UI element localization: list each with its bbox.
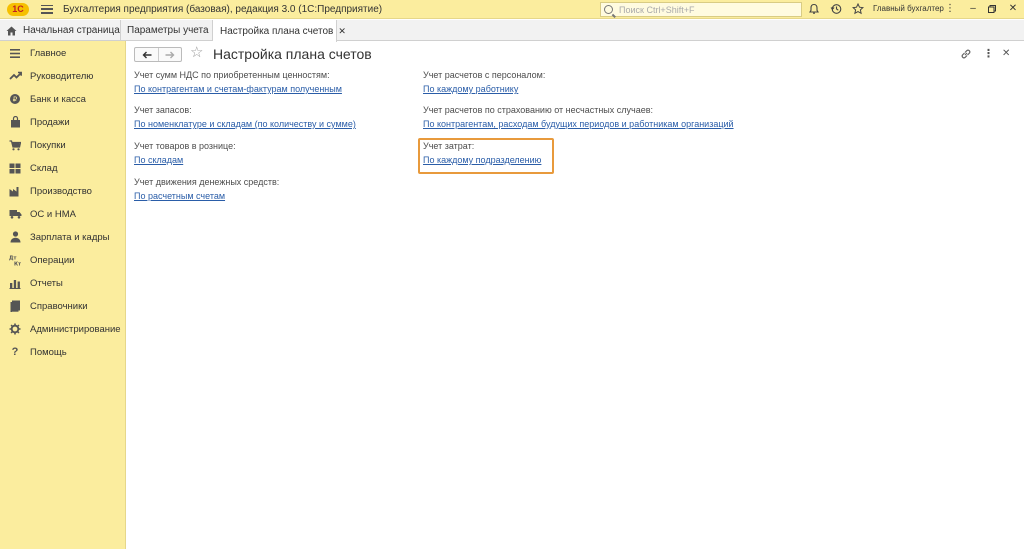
sidebar-item-label: Руководителю bbox=[30, 70, 94, 82]
app-logo: 1С bbox=[7, 2, 29, 16]
app-title: Бухгалтерия предприятия (базовая), редак… bbox=[63, 3, 383, 15]
sidebar-item-warehouse[interactable]: Склад bbox=[0, 158, 126, 178]
sidebar-item-salary-hr[interactable]: Зарплата и кадры bbox=[0, 227, 126, 247]
tab-label: Параметры учета bbox=[127, 25, 209, 36]
factory-icon bbox=[8, 184, 22, 198]
sidebar-item-label: Главное bbox=[30, 47, 67, 59]
field-caption: Учет расчетов с персоналом: bbox=[423, 70, 546, 80]
sidebar-item-manager[interactable]: Руководителю bbox=[0, 66, 126, 86]
bar-chart-icon bbox=[8, 276, 22, 290]
search-box[interactable] bbox=[600, 2, 802, 17]
vat-accounting-link[interactable]: По контрагентам и счетам-фактурам получе… bbox=[134, 84, 342, 94]
dt-kt-icon: Дт Кт bbox=[8, 253, 22, 267]
sidebar-item-label: Склад bbox=[30, 162, 58, 174]
sidebar-item-label: Операции bbox=[30, 254, 75, 266]
question-icon: ? bbox=[11, 346, 19, 358]
cash-flow-field: Учет движения денежных средств: По расче… bbox=[134, 177, 279, 201]
sidebar-item-label: Банк и касса bbox=[30, 93, 86, 105]
personnel-settlements-field: Учет расчетов с персоналом: По каждому р… bbox=[423, 70, 545, 94]
trend-icon bbox=[8, 69, 22, 83]
more-icon[interactable]: ⋮ bbox=[943, 2, 957, 16]
field-caption: Учет расчетов по страхованию от несчастн… bbox=[423, 105, 653, 115]
coin-icon: ₽ bbox=[8, 92, 22, 106]
svg-text:Кт: Кт bbox=[14, 262, 21, 267]
accident-insurance-link[interactable]: По контрагентам, расходам будущих период… bbox=[423, 119, 734, 129]
field-caption: Учет запасов: bbox=[134, 105, 192, 115]
form-header: ☆ Настройка плана счетов ⋮ ✕ bbox=[127, 42, 1024, 68]
title-bar: 1С Бухгалтерия предприятия (базовая), ре… bbox=[0, 0, 1024, 19]
maximize-icon[interactable] bbox=[985, 2, 999, 16]
sidebar-item-label: Отчеты bbox=[30, 277, 63, 289]
sidebar-item-label: Администрирование bbox=[30, 323, 121, 335]
sidebar-item-help[interactable]: ? Помощь bbox=[0, 342, 126, 362]
sidebar-item-label: Производство bbox=[30, 185, 92, 197]
personnel-settlements-link[interactable]: По каждому работнику bbox=[423, 84, 545, 94]
current-user[interactable]: Главный бухгалтер bbox=[873, 4, 944, 13]
back-arrow-icon[interactable] bbox=[135, 48, 158, 61]
tab-label: Начальная страница bbox=[23, 25, 120, 36]
highlight-frame bbox=[418, 138, 554, 174]
sidebar-item-operations[interactable]: Дт Кт Операции bbox=[0, 250, 126, 270]
search-icon bbox=[604, 5, 613, 14]
main-menu-icon[interactable] bbox=[41, 4, 53, 14]
inventory-accounting-field: Учет запасов: По номенклатуре и складам … bbox=[134, 105, 356, 129]
sidebar-item-sales[interactable]: Продажи bbox=[0, 112, 126, 132]
gear-icon bbox=[8, 322, 22, 336]
vat-accounting-field: Учет сумм НДС по приобретенным ценностям… bbox=[134, 70, 342, 94]
home-icon bbox=[6, 26, 17, 35]
favorites-star-icon[interactable] bbox=[851, 2, 865, 16]
close-window-icon[interactable]: ✕ bbox=[1006, 2, 1020, 16]
link-icon[interactable] bbox=[960, 48, 972, 63]
search-input[interactable] bbox=[619, 4, 789, 15]
book-icon bbox=[8, 299, 22, 313]
history-nav bbox=[134, 47, 182, 62]
sidebar-item-fixed-assets[interactable]: ОС и НМА bbox=[0, 204, 126, 224]
accident-insurance-field: Учет расчетов по страхованию от несчастн… bbox=[423, 105, 734, 129]
bag-icon bbox=[8, 115, 22, 129]
page-title: Настройка плана счетов bbox=[213, 46, 372, 62]
inventory-accounting-link[interactable]: По номенклатуре и складам (по количеству… bbox=[134, 119, 356, 129]
tab-label: Настройка плана счетов bbox=[220, 25, 334, 37]
retail-goods-field: Учет товаров в рознице: По складам bbox=[134, 141, 236, 165]
more-actions-icon[interactable]: ⋮ bbox=[983, 48, 994, 60]
field-caption: Учет товаров в рознице: bbox=[134, 141, 236, 151]
sidebar-item-production[interactable]: Производство bbox=[0, 181, 126, 201]
close-tab-icon[interactable]: ✕ bbox=[338, 26, 346, 37]
close-form-icon[interactable]: ✕ bbox=[1002, 48, 1010, 60]
tab-home[interactable]: Начальная страница bbox=[0, 20, 121, 41]
sidebar-item-label: Помощь bbox=[30, 346, 67, 358]
sidebar-item-label: Справочники bbox=[30, 300, 88, 312]
sidebar-item-reports[interactable]: Отчеты bbox=[0, 273, 126, 293]
sidebar-item-main[interactable]: Главное bbox=[0, 43, 126, 63]
sidebar: Главное Руководителю ₽ Банк и касса Прод… bbox=[0, 41, 126, 549]
field-caption: Учет сумм НДС по приобретенным ценностям… bbox=[134, 70, 330, 80]
history-icon[interactable] bbox=[829, 3, 843, 16]
sidebar-item-bank[interactable]: ₽ Банк и касса bbox=[0, 89, 126, 109]
main-content: ☆ Настройка плана счетов ⋮ ✕ Учет сумм Н… bbox=[127, 42, 1024, 549]
cash-flow-link[interactable]: По расчетным счетам bbox=[134, 191, 279, 201]
list-icon bbox=[8, 46, 22, 60]
sidebar-item-administration[interactable]: Администрирование bbox=[0, 319, 126, 339]
person-icon bbox=[8, 230, 22, 244]
cart-icon bbox=[8, 138, 22, 152]
field-caption: Учет движения денежных средств: bbox=[134, 177, 280, 187]
sidebar-item-label: ОС и НМА bbox=[30, 208, 76, 220]
bell-icon[interactable] bbox=[807, 3, 821, 16]
svg-text:₽: ₽ bbox=[13, 96, 18, 104]
warehouse-icon bbox=[8, 161, 22, 175]
retail-goods-link[interactable]: По складам bbox=[134, 155, 236, 165]
tabs-bar: Начальная страница Параметры учета ✕ Нас… bbox=[0, 20, 1024, 42]
sidebar-item-purchases[interactable]: Покупки bbox=[0, 135, 126, 155]
sidebar-item-label: Продажи bbox=[30, 116, 70, 128]
sidebar-item-label: Зарплата и кадры bbox=[30, 231, 110, 243]
minimize-icon[interactable]: – bbox=[966, 2, 980, 16]
sidebar-item-catalogs[interactable]: Справочники bbox=[0, 296, 126, 316]
tab-chart-of-accounts-settings[interactable]: Настройка плана счетов ✕ bbox=[213, 20, 346, 42]
forward-arrow-icon[interactable] bbox=[158, 48, 181, 61]
sidebar-item-label: Покупки bbox=[30, 139, 66, 151]
truck-icon bbox=[8, 207, 22, 221]
favorite-star-icon[interactable]: ☆ bbox=[190, 45, 203, 61]
tab-account-parameters[interactable]: Параметры учета ✕ bbox=[121, 20, 221, 41]
